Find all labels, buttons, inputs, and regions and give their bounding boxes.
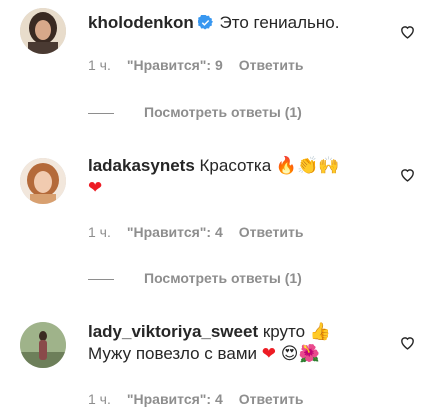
thumbs-up-emoji: 👍 [309,322,332,342]
comment-body: круто [262,322,306,341]
divider-line [88,112,114,114]
comment-meta: 1 ч. "Нравится": 4 Ответить [88,391,303,407]
comment-emoji: 😍🌺 [280,344,320,364]
view-replies-button[interactable]: Посмотреть ответы (1) [88,270,302,286]
heart-emoji: ❤ [88,178,103,198]
comment-text: lady_viktoriya_sweet круто 👍 Мужу повезл… [88,321,388,365]
view-replies-label: Посмотреть ответы (1) [144,270,302,286]
reply-button[interactable]: Ответить [239,57,304,73]
heart-outline-icon[interactable] [399,166,416,183]
likes-count[interactable]: "Нравится": 4 [127,391,223,407]
username[interactable]: lady_viktoriya_sweet [88,322,258,341]
comment-body-line2: Мужу повезло с вами [88,344,258,363]
comment-body: Красотка [199,156,272,175]
heart-outline-icon[interactable] [399,334,416,351]
username[interactable]: ladakasynets [88,156,195,175]
likes-count[interactable]: "Нравится": 9 [127,57,223,73]
heart-outline-icon[interactable] [399,23,416,40]
avatar[interactable] [20,322,66,368]
comment-body: Это гениально. [219,13,340,32]
comment-meta: 1 ч. "Нравится": 9 Ответить [88,57,303,73]
view-replies-label: Посмотреть ответы (1) [144,104,302,120]
timestamp[interactable]: 1 ч. [88,224,111,240]
comment-text: kholodenkon Это гениально. [88,12,388,34]
likes-count[interactable]: "Нравится": 4 [127,224,223,240]
reply-button[interactable]: Ответить [239,391,304,407]
username[interactable]: kholodenkon [88,13,194,32]
timestamp[interactable]: 1 ч. [88,391,111,407]
avatar[interactable] [20,8,66,54]
comment-text: ladakasynets Красотка 🔥👏🙌 ❤ [88,155,388,199]
comment-meta: 1 ч. "Нравится": 4 Ответить [88,224,303,240]
comment-emoji: 🔥👏🙌 [275,156,340,176]
verified-badge-icon [197,15,213,30]
divider-line [88,278,114,280]
reply-button[interactable]: Ответить [239,224,304,240]
avatar[interactable] [20,158,66,204]
timestamp[interactable]: 1 ч. [88,57,111,73]
view-replies-button[interactable]: Посмотреть ответы (1) [88,104,302,120]
heart-emoji: ❤ [261,344,276,364]
